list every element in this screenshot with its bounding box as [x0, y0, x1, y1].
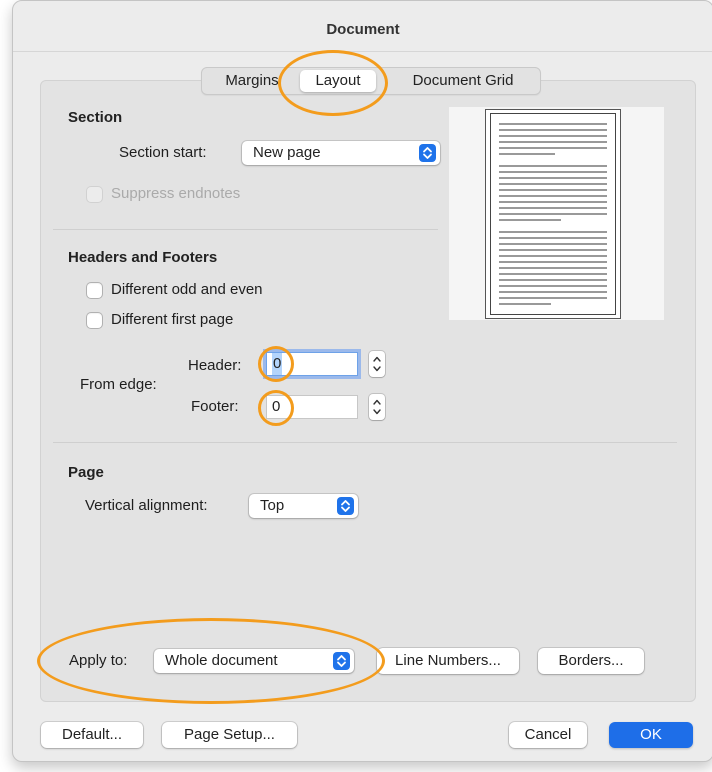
- preview-page: [485, 109, 621, 319]
- header-stepper[interactable]: [369, 351, 385, 377]
- ok-button[interactable]: OK: [609, 722, 693, 748]
- popup-chevron-icon: [333, 652, 350, 670]
- footer-distance-value: 0: [272, 398, 281, 415]
- tab-layout[interactable]: Layout: [300, 70, 376, 92]
- headers-footers-heading: Headers and Footers: [68, 249, 218, 266]
- different-first-page-label: Different first page: [111, 311, 234, 328]
- different-first-page-checkbox[interactable]: [87, 313, 102, 328]
- from-edge-label: From edge:: [80, 376, 157, 393]
- vertical-alignment-label: Vertical alignment:: [85, 497, 208, 514]
- suppress-endnotes-checkbox[interactable]: [87, 187, 102, 202]
- section-start-label: Section start:: [119, 144, 207, 161]
- section-divider: [53, 229, 438, 230]
- titlebar-divider: [13, 51, 712, 52]
- footer-stepper[interactable]: [369, 394, 385, 420]
- popup-chevron-icon: [337, 497, 354, 515]
- borders-button[interactable]: Borders...: [538, 648, 644, 674]
- layout-preview: [449, 107, 664, 320]
- cancel-button[interactable]: Cancel: [509, 722, 587, 748]
- header-distance-value: 0: [272, 353, 283, 375]
- suppress-endnotes-label: Suppress endnotes: [111, 185, 241, 202]
- section-start-value: New page: [253, 144, 321, 161]
- default-button[interactable]: Default...: [41, 722, 143, 748]
- tab-document-grid[interactable]: Document Grid: [394, 68, 532, 94]
- headers-footers-divider: [53, 442, 677, 443]
- line-numbers-button[interactable]: Line Numbers...: [377, 648, 519, 674]
- page-setup-button[interactable]: Page Setup...: [162, 722, 297, 748]
- dialog-title: Document: [326, 21, 400, 38]
- vertical-alignment-value: Top: [260, 497, 285, 514]
- apply-to-label: Apply to:: [69, 652, 128, 669]
- header-distance-field[interactable]: 0: [266, 352, 358, 376]
- tab-margins[interactable]: Margins: [212, 68, 292, 94]
- page-heading: Page: [68, 464, 104, 481]
- section-start-popup[interactable]: New page: [242, 141, 440, 165]
- tab-bar: Margins Layout Document Grid: [201, 67, 541, 95]
- preview-text-lines: [499, 123, 607, 305]
- popup-chevron-icon: [419, 144, 436, 162]
- header-label: Header:: [188, 357, 242, 374]
- apply-to-value: Whole document: [165, 652, 278, 669]
- different-odd-even-label: Different odd and even: [111, 281, 263, 298]
- footer-label: Footer:: [191, 398, 239, 415]
- section-heading: Section: [68, 109, 123, 126]
- different-odd-even-checkbox[interactable]: [87, 283, 102, 298]
- footer-distance-field[interactable]: 0: [266, 395, 358, 419]
- preview-page-content: [490, 113, 616, 315]
- apply-to-popup[interactable]: Whole document: [154, 649, 354, 673]
- vertical-alignment-popup[interactable]: Top: [249, 494, 358, 518]
